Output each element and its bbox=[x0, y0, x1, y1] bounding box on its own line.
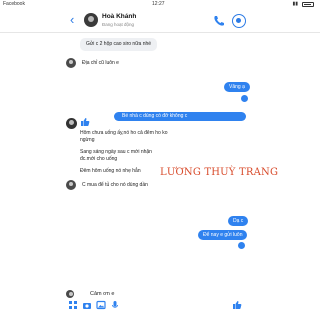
thumbs-up-icon[interactable] bbox=[232, 300, 242, 310]
message-text: Địa chỉ cũ luôn e bbox=[82, 60, 119, 66]
message-text: Sang sáng ngày sau c mới nhận đc.mới cho… bbox=[80, 149, 152, 162]
message-bubble-outgoing: Để nay e gửi luôn bbox=[198, 230, 248, 240]
message-text: Vâng ạ bbox=[229, 84, 245, 90]
watermark-signature: LƯƠNG THUỲ TRANG bbox=[160, 167, 279, 178]
avatar bbox=[66, 290, 74, 298]
message-bubble: Gửi c 2 hộp cao siro nữa nhé bbox=[80, 38, 158, 51]
message-text: Dạ c bbox=[233, 218, 244, 224]
reply-quote: Bé nhà c dùng có đỡ không c bbox=[114, 112, 246, 121]
contact-name[interactable]: Hoà Khánh bbox=[102, 13, 136, 20]
message-text: Gửi c 2 hộp cao siro nữa nhé bbox=[86, 41, 152, 47]
phone-icon[interactable] bbox=[212, 14, 226, 28]
message-text: Cảm ơn e bbox=[90, 291, 115, 297]
contact-status: Đang hoạt động bbox=[102, 22, 135, 27]
seen-indicator-icon bbox=[238, 242, 245, 249]
avatar bbox=[66, 180, 76, 190]
battery-icon bbox=[302, 2, 314, 7]
menu-grid-icon[interactable] bbox=[68, 300, 78, 310]
message-text: C mua để tủ cho nó dùng dần bbox=[82, 182, 148, 188]
composer: Cảm ơn e bbox=[0, 290, 320, 320]
video-call-icon[interactable] bbox=[232, 14, 246, 28]
message-bubble-outgoing: Vâng ạ bbox=[224, 82, 250, 92]
avatar[interactable] bbox=[84, 13, 98, 27]
chat-header: ‹ Hoà Khánh Đang hoạt động bbox=[0, 9, 320, 33]
status-bar: Facebook 12:27 ▮▮ bbox=[0, 0, 320, 9]
carrier-label: Facebook bbox=[3, 1, 25, 7]
seen-indicator-icon bbox=[241, 95, 248, 102]
image-icon[interactable] bbox=[96, 300, 106, 310]
avatar bbox=[66, 118, 77, 129]
clock: 12:27 bbox=[152, 1, 165, 7]
back-button[interactable]: ‹ bbox=[70, 13, 74, 26]
camera-icon[interactable] bbox=[82, 300, 92, 310]
avatar bbox=[66, 58, 76, 68]
signal-icon: ▮▮ bbox=[292, 1, 298, 7]
message-bubble-outgoing: Dạ c bbox=[228, 216, 249, 226]
message-text: Hôm chưa uống ấy,nó ho cả đêm ho ko ngừn… bbox=[80, 130, 168, 143]
message-text: Để nay e gửi luôn bbox=[203, 232, 243, 238]
microphone-icon[interactable] bbox=[110, 300, 120, 310]
